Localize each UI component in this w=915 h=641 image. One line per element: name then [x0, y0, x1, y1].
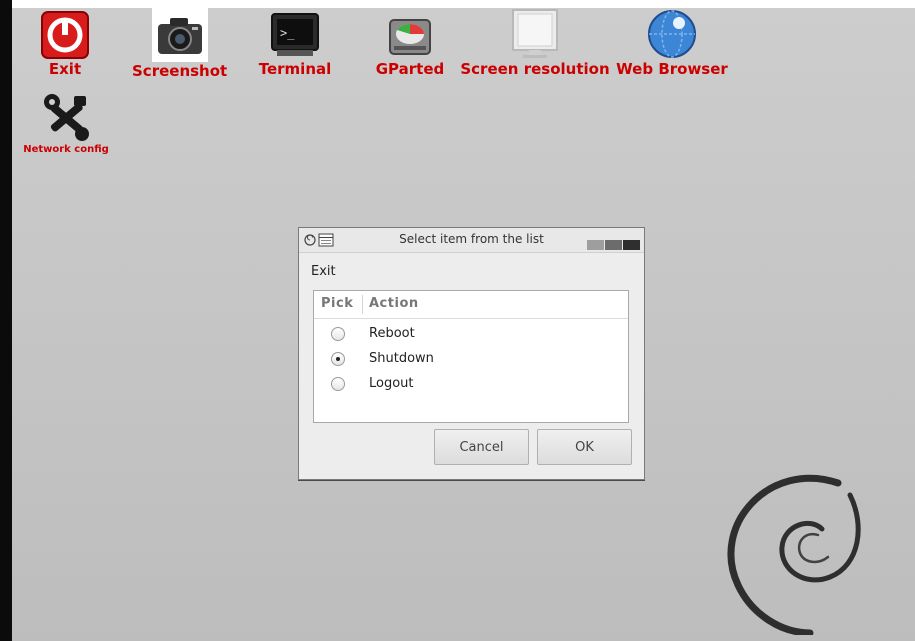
reboot-label: Reboot: [369, 326, 415, 341]
screenshot-label: Screenshot: [132, 62, 228, 80]
ok-button[interactable]: OK: [537, 429, 632, 465]
globe-icon: [648, 10, 696, 58]
exit-desktop-icon[interactable]: Exit: [34, 10, 96, 78]
column-header-action[interactable]: Action: [369, 296, 419, 311]
shutdown-label: Shutdown: [369, 351, 434, 366]
gparted-label: GParted: [375, 60, 445, 78]
action-list: Pick Action Reboot Shutdown Logout: [313, 290, 629, 423]
cancel-button[interactable]: Cancel: [434, 429, 529, 465]
debian-swirl-logo: [727, 474, 861, 635]
list-row-logout[interactable]: Logout: [314, 372, 628, 397]
shutdown-radio[interactable]: [331, 352, 345, 366]
exit-label: Exit: [48, 60, 82, 78]
network-config-desktop-icon[interactable]: Network config: [20, 92, 112, 156]
web-browser-desktop-icon[interactable]: Web Browser: [614, 8, 730, 78]
top-strip: [12, 0, 915, 8]
disk-icon: [389, 19, 431, 55]
camera-icon: [151, 8, 208, 62]
select-item-dialog: Select item from the list Exit Pick Acti…: [298, 227, 645, 480]
radio-selected-dot: [336, 357, 340, 361]
list-row-reboot[interactable]: Reboot: [314, 322, 628, 347]
network-config-label: Network config: [23, 144, 109, 155]
screen-resolution-desktop-icon[interactable]: Screen resolution: [460, 8, 610, 78]
power-icon: [41, 11, 89, 59]
tools-icon: [44, 94, 89, 141]
dialog-titlebar[interactable]: Select item from the list: [299, 228, 644, 253]
column-divider: [362, 295, 363, 314]
list-header: Pick Action: [314, 291, 628, 319]
monitor-icon: [512, 9, 558, 58]
desktop: Exit Screenshot >_ Terminal GParted Scre…: [0, 0, 915, 641]
svg-text:>_: >_: [280, 26, 295, 40]
terminal-desktop-icon[interactable]: >_ Terminal: [256, 10, 334, 78]
dialog-prompt: Exit: [311, 264, 336, 279]
screenshot-desktop-icon[interactable]: Screenshot: [132, 8, 227, 80]
close-button[interactable]: [623, 240, 640, 250]
list-row-shutdown[interactable]: Shutdown: [314, 347, 628, 372]
web-browser-label: Web Browser: [616, 60, 728, 78]
window-buttons: [586, 235, 640, 250]
gparted-desktop-icon[interactable]: GParted: [374, 10, 446, 78]
maximize-button[interactable]: [605, 240, 622, 250]
logout-radio[interactable]: [331, 377, 345, 391]
terminal-icon: >_: [271, 13, 319, 56]
minimize-button[interactable]: [587, 240, 604, 250]
screen-resolution-label: Screen resolution: [460, 60, 610, 78]
terminal-label: Terminal: [258, 60, 332, 78]
left-panel-bar: [0, 0, 12, 641]
reboot-radio[interactable]: [331, 327, 345, 341]
logout-label: Logout: [369, 376, 414, 391]
column-header-pick[interactable]: Pick: [321, 296, 353, 311]
